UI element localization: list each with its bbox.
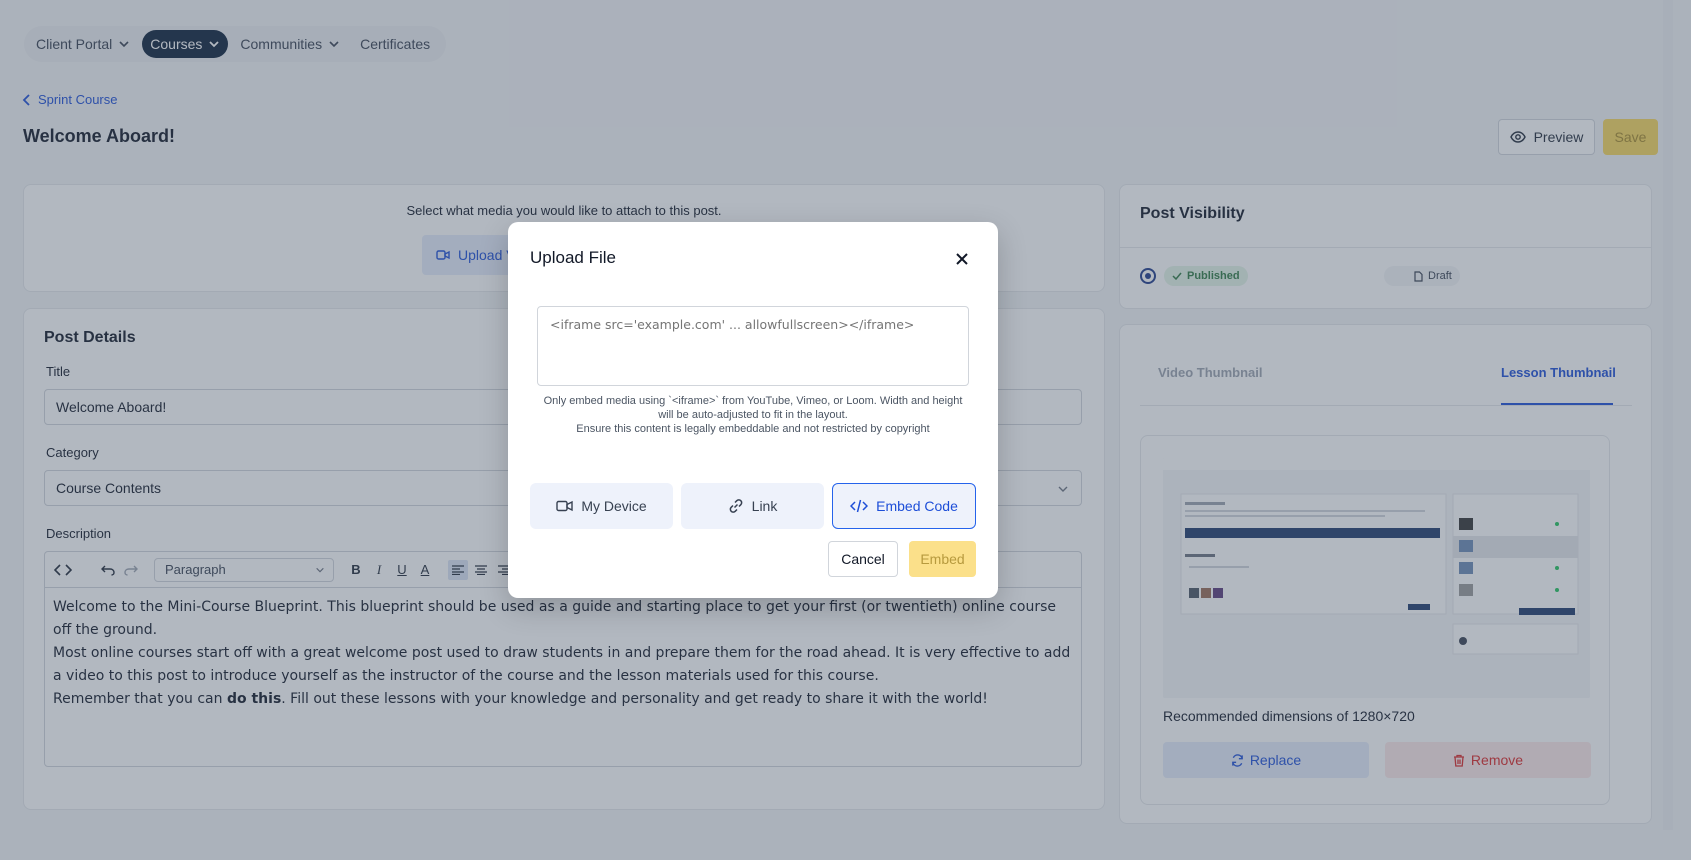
link-label: Link bbox=[751, 498, 778, 514]
link-icon bbox=[729, 499, 743, 513]
video-camera-icon bbox=[556, 500, 574, 512]
modal-title: Upload File bbox=[530, 248, 616, 267]
embed-code-button[interactable]: Embed Code bbox=[832, 483, 976, 529]
embed-code-label: Embed Code bbox=[876, 498, 958, 514]
embed-help-line-1: Only embed media using `<iframe>` from Y… bbox=[543, 395, 963, 421]
embed-button[interactable]: Embed bbox=[909, 541, 976, 577]
embed-code-textarea[interactable] bbox=[537, 306, 969, 386]
my-device-button[interactable]: My Device bbox=[530, 483, 673, 529]
code-icon bbox=[850, 499, 869, 513]
embed-help-line-2: Ensure this content is legally embeddabl… bbox=[576, 423, 930, 435]
upload-file-modal: Upload File Only embed media using `<ifr… bbox=[508, 222, 998, 598]
embed-help-text: Only embed media using `<iframe>` from Y… bbox=[537, 394, 969, 436]
link-button[interactable]: Link bbox=[681, 483, 824, 529]
close-icon[interactable] bbox=[953, 250, 971, 268]
cancel-button[interactable]: Cancel bbox=[828, 541, 898, 577]
my-device-label: My Device bbox=[581, 498, 647, 514]
